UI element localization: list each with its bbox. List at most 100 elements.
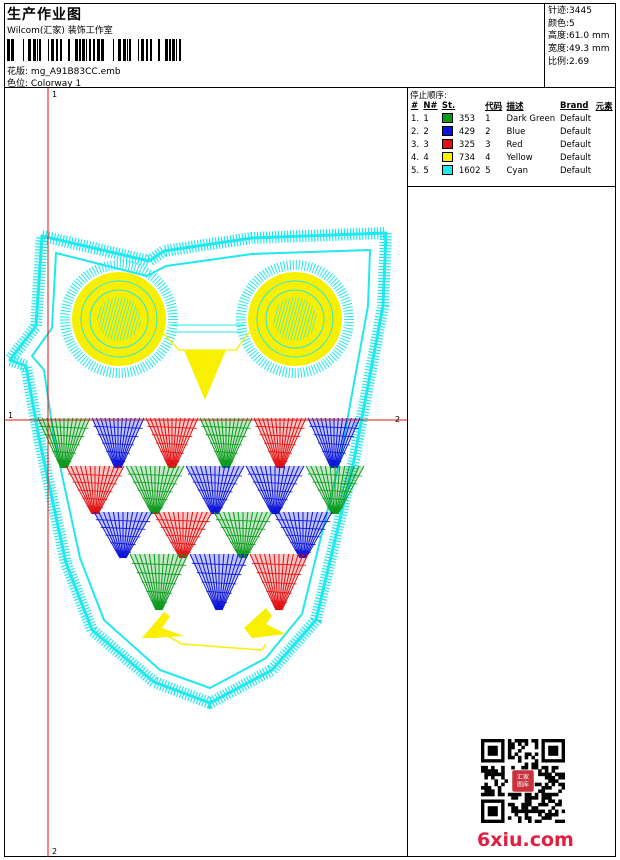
row-desc: Cyan — [506, 165, 529, 176]
row-brand: Default — [559, 113, 592, 124]
row-element — [594, 164, 615, 177]
row-n: 1 — [423, 113, 429, 124]
feather — [145, 417, 199, 469]
row-swatch-stitches: 353 — [440, 112, 483, 125]
owl-embroidery: 1 2 1 2 — [4, 88, 407, 857]
feather — [213, 511, 273, 559]
stat-colors: 颜色:5 — [548, 18, 575, 29]
stitch-count: 429 — [458, 126, 476, 137]
stop-sequence-header: # N# St. 代码 描述 Brand 元素 — [409, 99, 615, 112]
row-element — [594, 125, 615, 138]
row-brand: Default — [559, 126, 592, 137]
guide-marker-left: 1 — [8, 411, 13, 420]
stop-sequence-row: 1. 1 353 1 Dark Green Default — [409, 112, 615, 125]
col-element: 元素 — [595, 101, 613, 112]
color-swatch — [441, 139, 453, 150]
beak — [161, 331, 250, 400]
qr-code: 汇家图库 — [481, 739, 565, 823]
row-element — [594, 112, 615, 125]
color-swatch — [441, 152, 453, 163]
stitch-count: 1602 — [458, 165, 481, 176]
row-swatch-stitches: 429 — [440, 125, 483, 138]
row-desc: Blue — [506, 126, 526, 137]
feather — [91, 417, 145, 469]
feather — [153, 511, 213, 559]
row-n: 3 — [423, 139, 429, 150]
stop-sequence-row: 3. 3 325 3 Red Default — [409, 138, 615, 151]
col-code: 代码 — [485, 101, 503, 112]
eye-bridge — [171, 324, 244, 333]
row-swatch-stitches: 325 — [440, 138, 483, 151]
sheet-title: 生产作业图 — [7, 7, 82, 23]
stitch-count: 353 — [458, 113, 476, 124]
row-code: 2 — [485, 126, 491, 137]
feather — [249, 553, 309, 611]
stop-sequence-row: 5. 5 1602 5 Cyan Default — [409, 164, 615, 177]
row-code: 1 — [485, 113, 491, 124]
feather — [245, 465, 305, 515]
col-brand: Brand — [559, 100, 589, 111]
feather — [125, 465, 185, 515]
watermark-text: 6xiu.com — [477, 829, 574, 851]
stitch-count: 325 — [458, 139, 476, 150]
header-panel: 生产作业图 Wilcom(汇家) 装饰工作室 花版: mg_A91B83CC.e… — [4, 3, 545, 89]
feather — [305, 465, 365, 515]
stat-height: 高度:61.0 mm — [548, 31, 610, 42]
row-swatch-stitches: 734 — [440, 151, 483, 164]
row-num: 5. — [411, 165, 420, 176]
row-num: 3. — [411, 139, 420, 150]
stop-sequence-row: 4. 4 734 4 Yellow Default — [409, 151, 615, 164]
row-element — [594, 151, 615, 164]
stop-sequence-panel: 停止顺序: # N# St. 代码 描述 Brand 元素 1. 1 353 1 Dar… — [408, 88, 616, 187]
feather — [185, 465, 245, 515]
stats-panel: 针迹:3445 颜色:5 高度:61.0 mm 宽度:49.3 mm 比例:2.… — [545, 3, 616, 88]
stat-width: 宽度:49.3 mm — [548, 44, 610, 55]
design-canvas: 1 2 1 2 — [4, 88, 408, 857]
feather — [93, 511, 153, 559]
row-swatch-stitches: 1602 — [440, 164, 483, 177]
row-desc: Red — [506, 139, 523, 150]
guide-marker-top: 1 — [52, 90, 57, 99]
feather — [253, 417, 307, 469]
feather — [65, 465, 125, 515]
row-n: 2 — [423, 126, 429, 137]
row-code: 3 — [485, 139, 491, 150]
row-num: 2. — [411, 126, 420, 137]
row-num: 1. — [411, 113, 420, 124]
stat-stitches: 针迹:3445 — [548, 6, 592, 16]
right-eye — [236, 260, 354, 378]
row-num: 4. — [411, 152, 420, 163]
col-desc: 描述 — [506, 101, 524, 112]
stitch-count: 734 — [458, 152, 476, 163]
feather — [273, 511, 333, 559]
row-brand: Default — [559, 165, 592, 176]
row-n: 5 — [423, 165, 429, 176]
feather — [129, 553, 189, 611]
row-desc: Yellow — [506, 152, 533, 163]
stat-scale: 比例:2.69 — [548, 56, 590, 67]
belly-feathers — [37, 417, 365, 611]
feather — [199, 417, 253, 469]
row-n: 4 — [423, 152, 429, 163]
guide-marker-bottom: 2 — [52, 847, 57, 856]
feather — [189, 553, 249, 611]
owl-feet — [142, 608, 286, 651]
col-stitches: St. — [441, 100, 456, 111]
color-swatch — [441, 113, 453, 124]
company-name: Wilcom(汇家) 装饰工作室 — [7, 26, 113, 36]
barcode — [7, 39, 181, 61]
color-swatch — [441, 126, 453, 137]
col-n: N# — [423, 100, 438, 111]
row-brand: Default — [559, 139, 592, 150]
stop-sequence-table: # N# St. 代码 描述 Brand 元素 1. 1 353 1 Dark Gree… — [409, 99, 615, 177]
svg-text:汇家: 汇家 — [517, 773, 529, 781]
svg-text:图库: 图库 — [517, 781, 529, 789]
guide-marker-right: 2 — [395, 415, 400, 424]
row-code: 4 — [485, 152, 491, 163]
col-num: # — [411, 100, 419, 111]
left-eye — [60, 260, 178, 378]
row-desc: Dark Green — [506, 113, 556, 124]
row-brand: Default — [559, 152, 592, 163]
row-code: 5 — [485, 165, 491, 176]
row-element — [594, 138, 615, 151]
